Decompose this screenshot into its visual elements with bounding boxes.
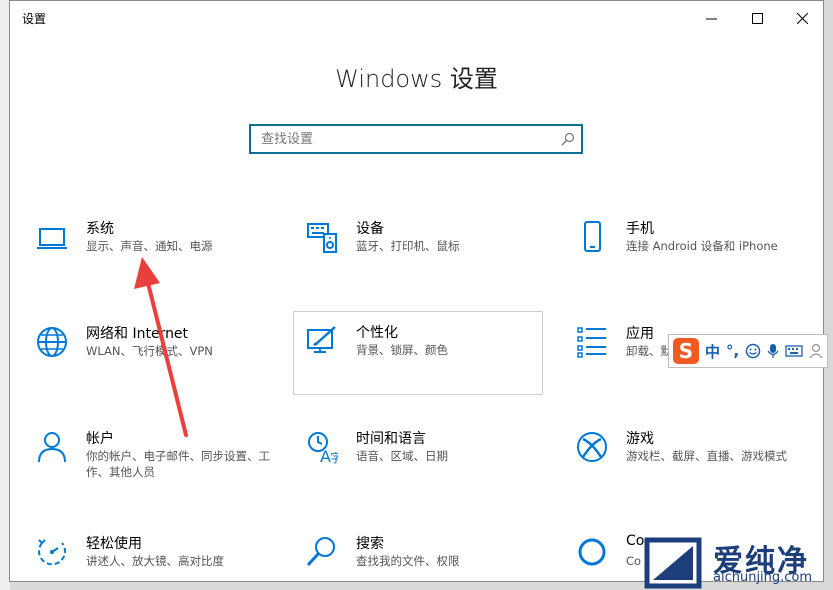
tile-title: 游戏: [626, 431, 654, 447]
tile-search[interactable]: 搜索 查找我的文件、权限: [294, 523, 544, 581]
tile-desc: 语音、区域、日期: [356, 449, 448, 463]
title-bar: 设置: [10, 1, 823, 35]
close-icon: [796, 12, 808, 24]
tile-desc: 讲述人、放大镜、高对比度: [86, 554, 224, 568]
svg-text:字: 字: [330, 450, 338, 464]
microphone-icon[interactable]: [767, 343, 779, 359]
tile-ease-of-access[interactable]: 轻松使用 讲述人、放大镜、高对比度: [24, 523, 274, 581]
search-icon: [561, 132, 575, 146]
tile-title: 系统: [86, 221, 114, 237]
apps-list-icon: [577, 327, 606, 358]
tile-title: 应用: [626, 326, 654, 342]
tile-gaming[interactable]: 游戏 游戏栏、截屏、直播、游戏模式: [564, 418, 814, 498]
emoji-icon[interactable]: [745, 343, 761, 359]
tile-desc: 背景、锁屏、颜色: [356, 343, 448, 357]
tile-title: 设备: [356, 221, 384, 237]
maximize-icon: [751, 12, 763, 24]
tile-desc: 查找我的文件、权限: [356, 554, 460, 568]
minimize-icon: [705, 18, 717, 19]
tile-desc: 显示、声音、通知、电源: [86, 239, 213, 253]
laptop-icon: [37, 228, 67, 249]
page-title: Windows 设置: [335, 65, 498, 93]
phone-icon: [584, 221, 601, 252]
minimize-button[interactable]: [688, 1, 734, 35]
sogou-logo-icon[interactable]: S: [673, 338, 699, 364]
ime-mode-toggle[interactable]: 中: [705, 341, 720, 362]
paint-icon: [307, 326, 336, 353]
tile-title: 时间和语言: [356, 431, 426, 447]
ime-punctuation-toggle[interactable]: °,: [726, 342, 739, 360]
watermark-url: aichunjing.com: [713, 570, 813, 585]
globe-icon: [37, 327, 67, 357]
tile-personalization[interactable]: 个性化 背景、锁屏、颜色: [293, 311, 543, 395]
tile-title: 搜索: [356, 536, 384, 552]
ime-toolbar[interactable]: S 中 °,: [668, 334, 828, 368]
annotation-arrow: [134, 257, 188, 437]
keyboard-devices-icon: [307, 223, 337, 253]
window-title: 设置: [22, 12, 47, 26]
search-magnifier-icon: [306, 537, 335, 567]
tile-desc: 游戏栏、截屏、直播、游戏模式: [626, 449, 787, 463]
watermark: 爱纯净 aichunjing.com: [643, 536, 833, 590]
tile-desc: 你的帐户、电子邮件、同步设置、工作、其他人员: [86, 449, 270, 479]
tile-title: 帐户: [86, 431, 114, 447]
search-input[interactable]: [261, 130, 551, 148]
tile-title: 手机: [626, 221, 654, 237]
tile-title: Co: [626, 533, 645, 549]
xbox-icon: [577, 432, 607, 462]
cortana-icon: [578, 538, 606, 566]
tile-title: 轻松使用: [86, 536, 142, 552]
watermark-logo-icon: [644, 537, 702, 589]
maximize-button[interactable]: [734, 1, 780, 35]
tile-time-language[interactable]: A 字 时间和语言 语音、区域、日期: [294, 418, 544, 498]
tile-title: 个性化: [356, 325, 398, 341]
tile-devices[interactable]: 设备 蓝牙、打印机、鼠标: [294, 208, 544, 288]
tile-desc: 连接 Android 设备和 iPhone: [626, 239, 778, 253]
user-center-icon[interactable]: [809, 343, 823, 359]
person-icon: [38, 432, 66, 463]
close-button[interactable]: [779, 1, 823, 35]
ease-of-access-icon: [38, 539, 66, 566]
tile-desc: 蓝牙、打印机、鼠标: [356, 239, 460, 253]
time-language-icon: A 字: [308, 432, 338, 464]
search-box[interactable]: [249, 124, 583, 154]
tile-phone[interactable]: 手机 连接 Android 设备和 iPhone: [564, 208, 814, 288]
keyboard-icon[interactable]: [785, 344, 803, 358]
